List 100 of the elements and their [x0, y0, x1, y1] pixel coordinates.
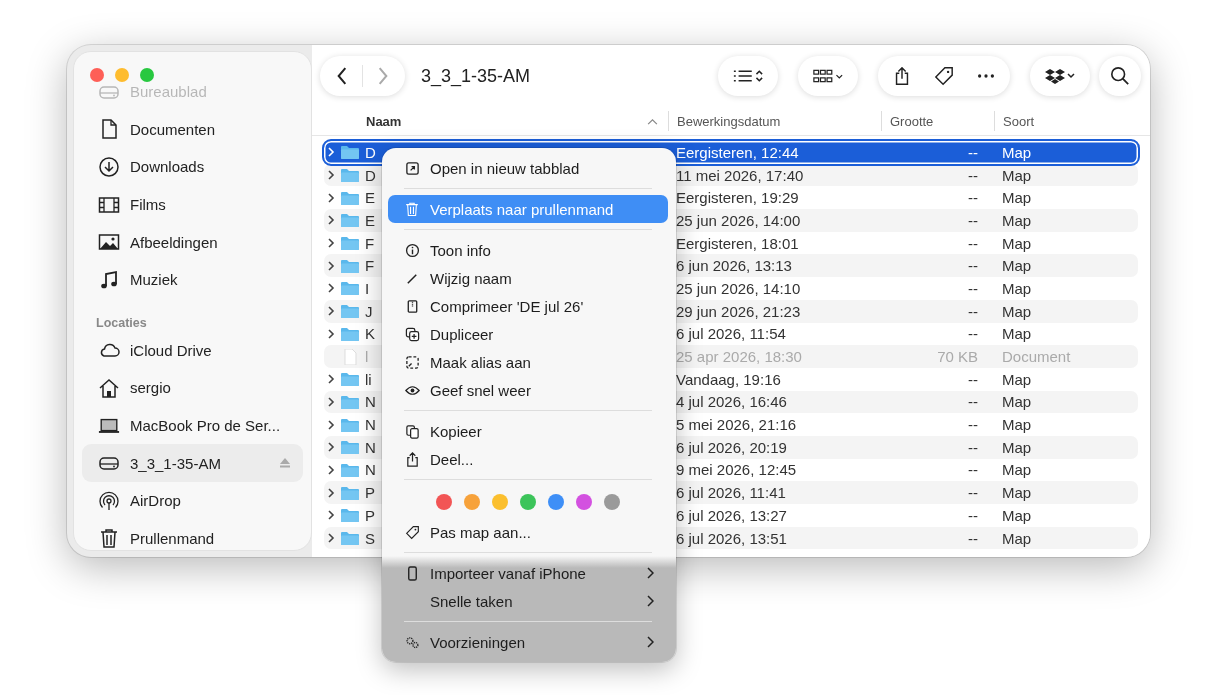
disclosure-icon[interactable] — [327, 191, 335, 204]
sidebar-item[interactable]: MacBook Pro de Ser... — [82, 406, 303, 445]
sidebar-item[interactable]: sergio — [82, 369, 303, 407]
date-cell-text: 6 jul 2026, 13:27 — [675, 506, 788, 524]
kind-cell-text: Map — [1001, 166, 1033, 184]
menu-item[interactable]: Kopieer — [388, 417, 668, 445]
folder-icon — [340, 257, 360, 274]
kind-cell-text: Map — [1001, 461, 1033, 479]
date-cell-text: 9 mei 2026, 12:45 — [675, 461, 798, 479]
menu-item[interactable]: Toon info — [388, 236, 668, 264]
dropbox-icon[interactable] — [1044, 67, 1076, 85]
info-icon — [404, 242, 420, 258]
menu-item[interactable]: Geef snel weer — [388, 376, 668, 404]
folder-icon — [340, 439, 360, 456]
window-title: 3_3_1-35-AM — [421, 65, 531, 87]
kind-cell-text: Map — [1001, 506, 1033, 524]
disclosure-icon[interactable] — [327, 532, 335, 545]
close-button[interactable] — [90, 68, 104, 82]
date-cell-text: 6 jun 2026, 13:13 — [675, 257, 793, 275]
disclosure-icon[interactable] — [327, 418, 335, 431]
search-icon[interactable] — [1110, 66, 1130, 86]
house-icon — [98, 376, 120, 399]
date-cell-text: Vandaag, 19:16 — [675, 370, 782, 388]
folder-icon — [340, 235, 360, 252]
folder-icon — [340, 325, 360, 342]
disclosure-icon[interactable] — [327, 373, 335, 386]
file-name: F — [365, 257, 375, 275]
tag-color-dot[interactable] — [492, 494, 508, 510]
kind-cell-text: Map — [1001, 143, 1033, 161]
column-header[interactable]: Soort — [1003, 113, 1035, 129]
kind-cell-text: Map — [1001, 438, 1033, 456]
folder-icon — [340, 461, 360, 478]
date-cell-text: Eergisteren, 18:01 — [675, 234, 800, 252]
menu-item[interactable]: Dupliceer — [388, 320, 668, 348]
share-icon — [404, 451, 420, 467]
tag-color-dot[interactable] — [548, 494, 564, 510]
size-cell-text: -- — [967, 257, 979, 275]
tag-color-dot[interactable] — [576, 494, 592, 510]
folder-icon — [340, 484, 360, 501]
disclosure-icon[interactable] — [327, 214, 335, 227]
size-cell-text: -- — [967, 393, 979, 411]
disclosure-icon[interactable] — [327, 441, 335, 454]
size-cell-text: -- — [967, 529, 979, 547]
menu-item[interactable]: Deel... — [388, 445, 668, 473]
sidebar-item[interactable]: Downloads — [82, 148, 303, 186]
size-cell-text: -- — [967, 370, 979, 388]
date-cell-text: 25 apr 2026, 18:30 — [675, 348, 803, 366]
duplicate-icon — [404, 326, 420, 342]
column-header[interactable]: Bewerkingsdatum — [677, 113, 781, 129]
disclosure-icon[interactable] — [327, 395, 335, 408]
menu-item[interactable]: Maak alias aan — [388, 348, 668, 376]
sidebar-item[interactable]: iCloud Drive — [82, 331, 303, 370]
disclosure-icon[interactable] — [327, 463, 335, 476]
disclosure-icon[interactable] — [327, 509, 335, 522]
sort-chevron-icon[interactable] — [647, 117, 658, 125]
size-cell-text: -- — [967, 166, 979, 184]
folder-icon — [340, 371, 360, 388]
submenu-chevron-icon — [646, 595, 654, 607]
column-header[interactable]: Naam — [366, 113, 647, 129]
menu-item[interactable]: Comprimeer 'DE jul 26' — [388, 292, 668, 320]
sidebar-item[interactable]: Documenten — [82, 110, 303, 149]
disclosure-icon[interactable] — [327, 237, 335, 250]
tag-color-dot[interactable] — [436, 494, 452, 510]
sidebar-item[interactable]: Muziek — [82, 260, 303, 299]
sidebar-item[interactable]: Afbeeldingen — [82, 223, 303, 261]
disclosure-icon[interactable] — [327, 327, 335, 340]
tag-color-dot[interactable] — [464, 494, 480, 510]
tag-icon[interactable] — [934, 66, 954, 86]
disclosure-icon[interactable] — [327, 282, 335, 295]
menu-item[interactable]: Voorzieningen — [388, 628, 668, 656]
date-cell-text: 6 jul 2026, 13:51 — [675, 529, 788, 547]
sidebar-item[interactable]: Films — [82, 185, 303, 224]
date-cell-text: 25 jun 2026, 14:10 — [675, 279, 802, 297]
list-view-icon[interactable] — [732, 67, 764, 85]
grid-view-icon[interactable] — [812, 67, 844, 85]
folder-icon — [340, 280, 360, 297]
sidebar-item[interactable]: 3_3_1-35-AM — [82, 444, 303, 482]
folder-icon — [340, 144, 360, 161]
tag-color-dot[interactable] — [520, 494, 536, 510]
date-cell-text: Eergisteren, 19:29 — [675, 189, 800, 207]
size-cell-text: -- — [967, 189, 979, 207]
column-header[interactable]: Grootte — [890, 113, 934, 129]
menu-item[interactable]: Importeer vanaf iPhone — [388, 559, 668, 587]
folder-icon — [340, 189, 360, 206]
sidebar-item[interactable]: AirDrop — [82, 481, 303, 520]
folder-icon — [340, 212, 360, 229]
disclosure-icon[interactable] — [327, 169, 335, 182]
disclosure-icon[interactable] — [327, 305, 335, 318]
date-cell-text: 6 jul 2026, 20:19 — [675, 438, 788, 456]
disclosure-icon[interactable] — [327, 486, 335, 499]
file-name: P — [365, 506, 375, 524]
date-cell-text: 11 mei 2026, 17:40 — [675, 166, 805, 184]
tag-color-dot[interactable] — [604, 494, 620, 510]
menu-item[interactable]: Snelle taken — [388, 587, 668, 615]
file-name: E — [365, 211, 375, 229]
disclosure-icon[interactable] — [327, 259, 335, 272]
menu-item[interactable]: Pas map aan... — [388, 518, 668, 546]
sidebar-item[interactable]: Prullenmand — [82, 519, 303, 550]
menu-item[interactable]: Wijzig naam — [388, 264, 668, 292]
file-name: P — [365, 484, 375, 502]
